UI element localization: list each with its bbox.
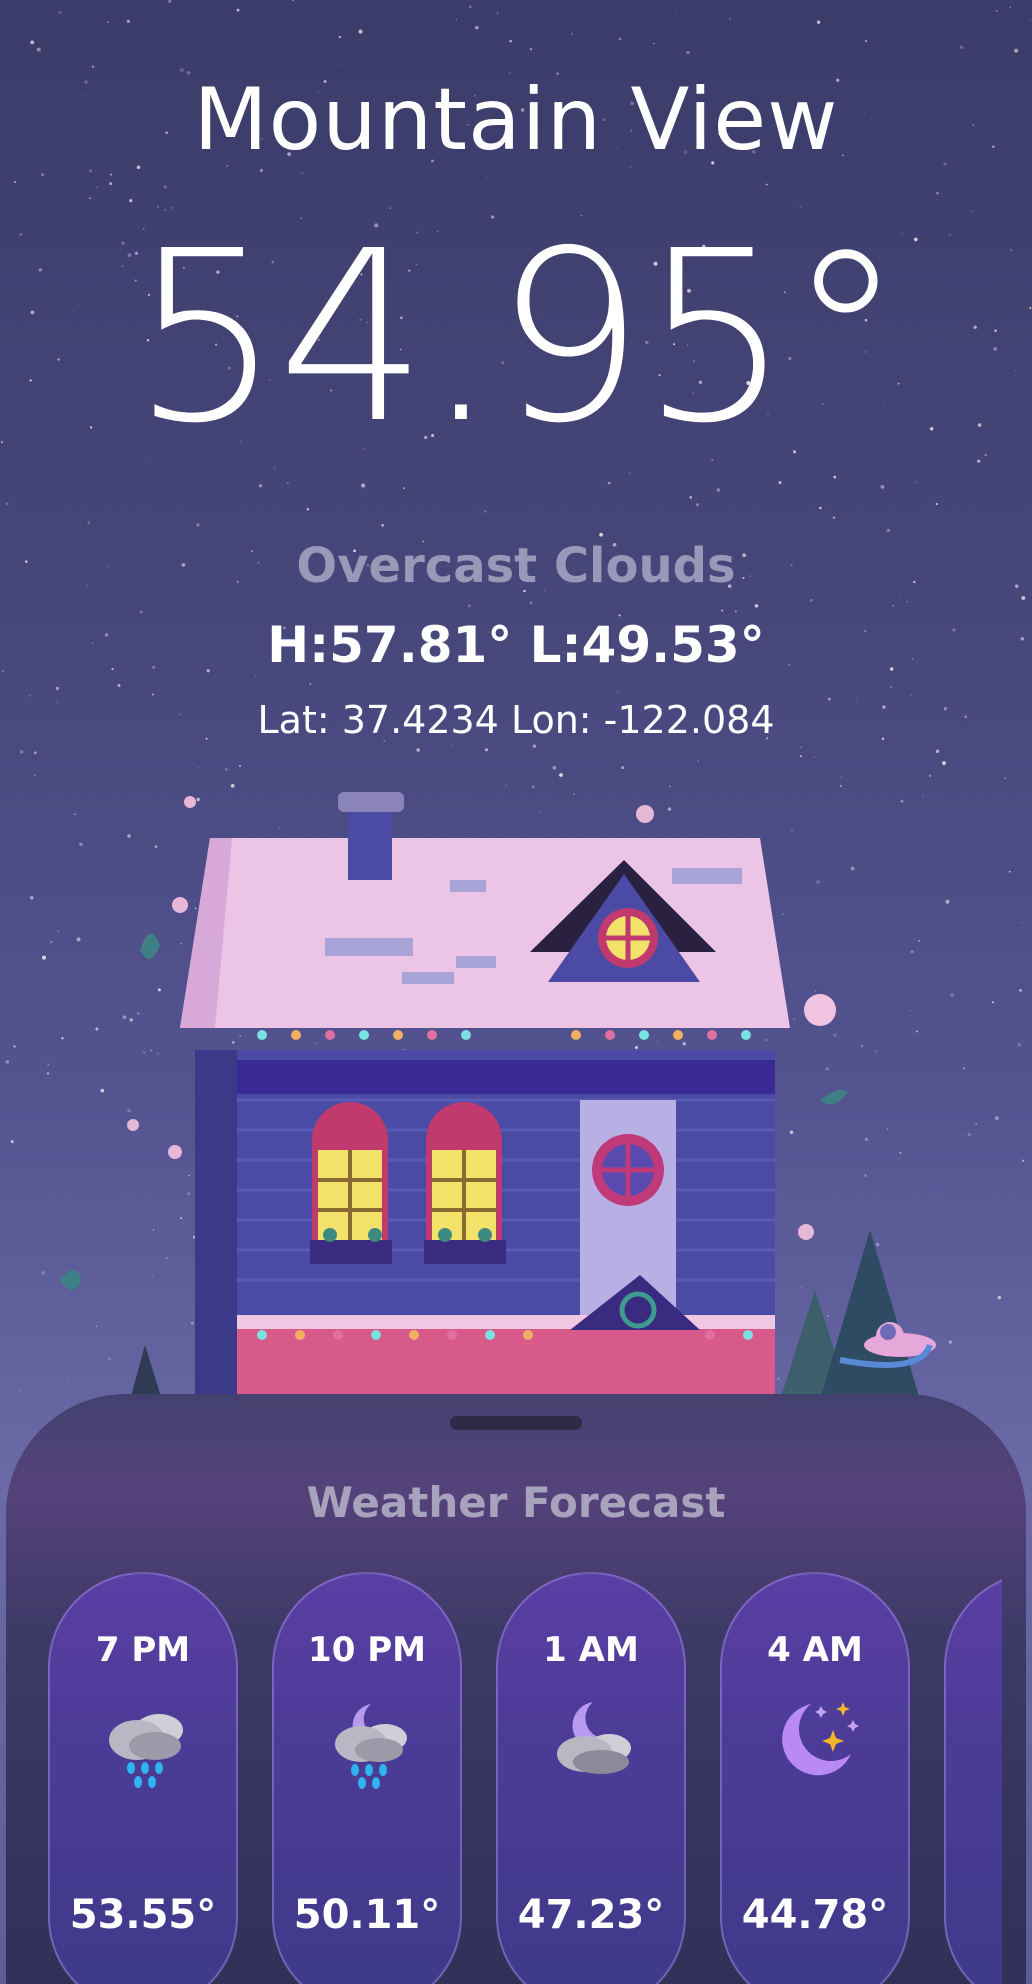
cloud-rain-icon	[109, 1714, 183, 1788]
forecast-card[interactable]: 7 43	[944, 1572, 1002, 1984]
forecast-title: Weather Forecast	[306, 1478, 726, 1527]
forecast-temperature: 50.11°	[293, 1892, 441, 1938]
moon-stars-icon	[782, 1702, 859, 1776]
forecast-temperature: 43	[946, 1892, 1002, 1938]
forecast-temperature: 47.23°	[517, 1892, 665, 1938]
forecast-temperature: 53.55°	[69, 1892, 217, 1938]
forecast-temperature: 44.78°	[741, 1892, 889, 1938]
city-name: Mountain View	[193, 70, 839, 170]
current-temperature: 54.95°	[131, 200, 905, 475]
forecast-card[interactable]: 7 PM 53.55°	[48, 1572, 238, 1984]
moon-cloud-icon	[557, 1702, 631, 1774]
forecast-time: 7 PM	[95, 1630, 191, 1670]
forecast-card[interactable]: 1 AM 47.23°	[496, 1572, 686, 1984]
sheet-drag-handle[interactable]	[450, 1416, 582, 1430]
house-illustration	[60, 792, 936, 1410]
coordinates-label: Lat: 37.4234 Lon: -122.084	[257, 698, 775, 742]
forecast-bottom-sheet[interactable]: Weather Forecast 7 PM 53.55° 10 PM 50.11…	[6, 1394, 1026, 1984]
hourly-forecast-list[interactable]: 7 PM 53.55° 10 PM 50.11° 1 AM 47.23° 4 A…	[42, 1572, 1002, 1984]
forecast-time: 10 PM	[308, 1630, 426, 1670]
forecast-card[interactable]: 4 AM 44.78°	[720, 1572, 910, 1984]
forecast-card[interactable]: 10 PM 50.11°	[272, 1572, 462, 1984]
weather-condition: Overcast Clouds	[296, 538, 736, 594]
forecast-time: 1 AM	[543, 1630, 639, 1670]
moon-icon	[991, 1690, 1002, 1790]
moon-cloud-rain-icon	[335, 1704, 407, 1789]
high-low-temperature: H:57.81° L:49.53°	[267, 616, 765, 674]
forecast-time: 7	[946, 1630, 1002, 1670]
forecast-time: 4 AM	[767, 1630, 863, 1670]
